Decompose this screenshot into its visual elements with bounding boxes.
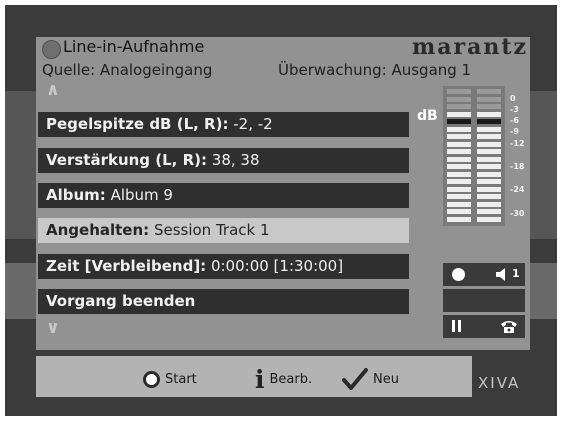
- meter-scale-label: -3: [510, 105, 519, 114]
- xiva-logo: XIVA: [478, 374, 521, 392]
- start-button[interactable]: Start: [143, 366, 197, 392]
- menu-item-key: Zeit [Verbleibend]:: [46, 257, 207, 275]
- page-title: Line-in-Aufnahme: [63, 37, 205, 56]
- meter-segment: [447, 194, 471, 199]
- new-button[interactable]: Neu: [342, 366, 399, 392]
- meter-segment: [447, 179, 471, 184]
- phone-icon: [501, 321, 517, 333]
- meter-segment: [477, 156, 501, 162]
- meter-segment: [447, 149, 471, 154]
- level-meter: [443, 86, 505, 226]
- meter-segment: [447, 126, 471, 132]
- meter-segment: [477, 186, 501, 192]
- meter-segment: [477, 164, 501, 169]
- meter-segment: [477, 111, 501, 117]
- meter-segment: [477, 96, 501, 102]
- meter-segment: [447, 164, 471, 169]
- meter-segment: [477, 119, 501, 124]
- info-icon: i: [255, 364, 265, 394]
- status-row-record: 1: [443, 263, 525, 286]
- menu-item-key: Pegelspitze dB (L, R):: [46, 115, 229, 133]
- menu-item-peak-level[interactable]: Pegelspitze dB (L, R): -2, -2: [38, 112, 409, 137]
- meter-scale-label: -24: [510, 185, 525, 194]
- circle-icon: [143, 370, 160, 388]
- meter-segment: [447, 171, 471, 177]
- brand-logo: marantz: [411, 34, 528, 60]
- meter-segment: [447, 216, 471, 222]
- menu-item-time[interactable]: Zeit [Verbleibend]: 0:00:00 [1:30:00]: [38, 254, 409, 279]
- function-bar: [36, 356, 472, 397]
- meter-segment: [447, 201, 471, 207]
- menu-item-end-process[interactable]: Vorgang beenden: [38, 289, 409, 314]
- menu-item-album[interactable]: Album: Album 9: [38, 183, 409, 208]
- menu-item-key: Verstärkung (L, R):: [46, 151, 208, 169]
- menu-item-value: 38, 38: [207, 151, 260, 169]
- meter-scale-label: -12: [510, 139, 525, 148]
- meter-segment: [447, 104, 471, 109]
- new-label: Neu: [373, 371, 399, 387]
- status-row-pause: [443, 315, 525, 338]
- meter-segment: [477, 149, 501, 154]
- meter-segment: [447, 134, 471, 139]
- meter-scale-label: -6: [510, 116, 519, 125]
- meter-segment: [447, 156, 471, 162]
- meter-segment: [477, 141, 501, 147]
- meter-segment: [447, 186, 471, 192]
- source-label: Quelle: Analogeingang: [42, 61, 213, 79]
- edit-label: Bearb.: [269, 371, 313, 387]
- menu-item-key: Vorgang beenden: [46, 292, 196, 310]
- monitoring-label: Überwachung: Ausgang 1: [278, 61, 472, 79]
- meter-segment: [477, 209, 501, 214]
- menu-item-key: Angehalten:: [46, 221, 150, 239]
- record-icon: [452, 268, 465, 281]
- speaker-icon: [496, 268, 505, 281]
- meter-segment: [477, 126, 501, 132]
- meter-scale-label: -18: [510, 162, 525, 171]
- meter-segment: [477, 89, 501, 94]
- meter-segment: [447, 209, 471, 214]
- meter-segment: [477, 171, 501, 177]
- record-indicator-icon: [42, 40, 61, 59]
- menu-item-paused[interactable]: Angehalten: Session Track 1: [38, 218, 409, 243]
- meter-segment: [447, 111, 471, 117]
- meter-segment: [477, 216, 501, 222]
- meter-scale-label: -9: [510, 127, 519, 136]
- menu-item-value: Session Track 1: [149, 221, 270, 239]
- start-label: Start: [165, 371, 197, 387]
- meter-segment: [477, 179, 501, 184]
- meter-segment: [477, 104, 501, 109]
- meter-scale-label: 0: [510, 94, 516, 103]
- menu-item-value: Album 9: [105, 186, 173, 204]
- meter-segment: [477, 134, 501, 139]
- scroll-down-icon[interactable]: ∨: [46, 318, 60, 338]
- meter-segment: [447, 89, 471, 94]
- edit-button[interactable]: i Bearb.: [255, 366, 312, 392]
- volume-badge: 1: [512, 267, 520, 280]
- scroll-up-icon[interactable]: ∧: [46, 80, 60, 100]
- pause-icon: [452, 320, 455, 332]
- menu-item-value: 0:00:00 [1:30:00]: [206, 257, 344, 275]
- meter-segment: [477, 201, 501, 207]
- menu-item-gain[interactable]: Verstärkung (L, R): 38, 38: [38, 148, 409, 173]
- status-row-empty: [443, 289, 525, 312]
- pause-icon: [458, 320, 461, 332]
- menu-item-key: Album:: [46, 186, 106, 204]
- menu-item-value: -2, -2: [228, 115, 273, 133]
- checkmark-icon: [342, 368, 368, 390]
- meter-segment: [447, 119, 471, 124]
- meter-segment: [447, 141, 471, 147]
- meter-segment: [447, 96, 471, 102]
- meter-unit-label: dB: [417, 108, 438, 124]
- meter-scale-label: -30: [510, 209, 525, 218]
- meter-segment: [477, 194, 501, 199]
